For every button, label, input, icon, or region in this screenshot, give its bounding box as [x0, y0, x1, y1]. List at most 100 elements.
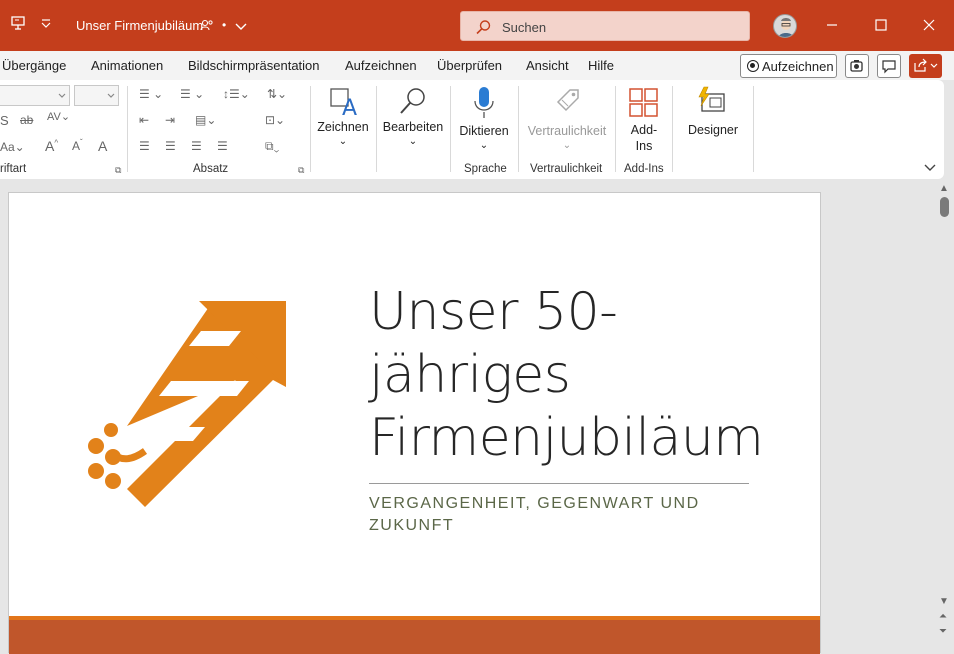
line-spacing-icon[interactable]: ↕☰⌄	[223, 87, 250, 101]
maximize-button[interactable]	[871, 15, 891, 35]
sensitivity-button[interactable]: Vertraulichkeit ⌄	[522, 84, 612, 162]
record-button-label: Aufzeichnen	[762, 59, 834, 74]
tab-review[interactable]: Überprüfen	[437, 58, 502, 73]
increase-indent-icon[interactable]: ⇥	[165, 113, 175, 127]
dictate-label: Diktieren	[459, 124, 509, 138]
chevron-down-icon: ⌄	[338, 136, 348, 147]
comment-icon	[882, 60, 896, 74]
align-right-icon[interactable]: ☰	[191, 139, 202, 153]
smartart-icon[interactable]: ⧉⌄	[265, 139, 279, 154]
collapse-ribbon-icon[interactable]	[924, 160, 936, 178]
share-button[interactable]	[909, 54, 942, 78]
sensitivity-label-icon	[556, 89, 579, 112]
group-separator	[672, 86, 673, 172]
camera-button[interactable]	[845, 54, 869, 78]
search-icon	[476, 20, 491, 35]
previous-slide-icon[interactable]: ⏶	[939, 611, 947, 622]
addins-label-line1: Add-	[630, 123, 658, 137]
scroll-thumb[interactable]	[940, 197, 949, 217]
group-separator	[615, 86, 616, 172]
microphone-icon	[474, 87, 494, 118]
record-icon	[747, 60, 759, 72]
chevron-down-icon: ⌄	[479, 140, 489, 151]
character-spacing-icon[interactable]: AV⌄	[47, 110, 70, 123]
group-separator	[450, 86, 451, 172]
clear-formatting-icon[interactable]: A	[98, 138, 107, 154]
group-separator	[753, 86, 754, 172]
comments-button[interactable]	[877, 54, 901, 78]
sensitivity-label: Vertraulichkeit	[527, 124, 607, 138]
text-shadow-icon[interactable]: S	[0, 113, 9, 128]
slide-title-line: jähriges	[369, 345, 571, 405]
title-divider	[369, 483, 749, 484]
record-button[interactable]: Aufzeichnen	[740, 54, 837, 78]
scroll-up-icon[interactable]: ▲	[939, 183, 949, 194]
numbering-icon[interactable]: ☰ ⌄	[180, 87, 204, 101]
bullets-icon[interactable]: ☰ ⌄	[139, 87, 163, 101]
chevron-down-icon: ⌄	[562, 140, 572, 151]
search-box[interactable]: Suchen	[460, 11, 750, 41]
align-left-icon[interactable]: ☰	[139, 139, 150, 153]
group-separator	[310, 86, 311, 172]
tab-view[interactable]: Ansicht	[526, 58, 569, 73]
text-direction-icon[interactable]: ⇅⌄	[267, 87, 287, 101]
addins-button[interactable]: Add- Ins	[620, 84, 668, 162]
addins-label-line2: Ins	[635, 139, 653, 153]
ribbon-tabs: Übergänge Animationen Bildschirmpräsenta…	[0, 51, 954, 80]
tab-transitions[interactable]: Übergänge	[2, 58, 66, 73]
presenter-icon[interactable]	[10, 15, 26, 34]
shared-users-icon[interactable]	[200, 18, 214, 35]
change-case-icon[interactable]: Aa⌄	[0, 140, 25, 154]
columns-icon[interactable]: ▤⌄	[195, 113, 216, 127]
group-label-font: riftart	[0, 163, 27, 175]
group-separator	[376, 86, 377, 172]
dictate-button[interactable]: Diktieren ⌄	[455, 84, 513, 162]
group-label-paragraph: Absatz	[193, 163, 229, 175]
designer-button[interactable]: Designer	[680, 84, 746, 162]
slide-canvas[interactable]: Unser 50- jähriges Firmenjubiläum VERGAN…	[8, 192, 821, 654]
decrease-indent-icon[interactable]: ⇤	[139, 113, 149, 127]
draw-shapes-icon: A	[330, 88, 357, 118]
camera-icon	[850, 60, 863, 72]
group-label-addins: Add-Ins	[624, 163, 664, 175]
slide-subtitle-line: VERGANGENHEIT, GEGENWART UND	[369, 495, 700, 512]
tab-slideshow[interactable]: Bildschirmpräsentation	[188, 58, 320, 73]
tab-record[interactable]: Aufzeichnen	[345, 58, 417, 73]
vertical-scrollbar[interactable]: ▲ ▼ ⏶ ⏷	[936, 180, 954, 653]
addins-grid-icon	[629, 88, 658, 117]
font-family-dropdown[interactable]	[0, 85, 70, 106]
avatar[interactable]	[773, 14, 797, 38]
share-icon	[914, 58, 938, 72]
strikethrough-icon[interactable]: ab	[20, 113, 33, 127]
next-slide-icon[interactable]: ⏷	[939, 626, 947, 637]
chevron-down-icon[interactable]	[235, 19, 247, 35]
slide-subtitle[interactable]: VERGANGENHEIT, GEGENWART UND ZUKUNFT	[369, 493, 749, 537]
shrink-font-icon[interactable]: Aˇ	[72, 138, 83, 153]
grow-font-icon[interactable]: A^	[45, 138, 58, 154]
slide-editor: Unser 50- jähriges Firmenjubiläum VERGAN…	[0, 180, 954, 654]
chevron-down-icon: ⌄	[408, 136, 418, 147]
dialog-launcher-icon[interactable]: ⧉	[298, 165, 304, 176]
close-button[interactable]	[919, 15, 939, 35]
unsaved-indicator: •	[222, 18, 227, 32]
font-size-dropdown[interactable]	[74, 85, 119, 106]
slide-title[interactable]: Unser 50- jähriges Firmenjubiläum	[369, 281, 789, 470]
dialog-launcher-icon[interactable]: ⧉	[115, 165, 121, 176]
align-center-icon[interactable]: ☰	[165, 139, 176, 153]
edit-label: Bearbeiten	[382, 120, 444, 134]
draw-label: Zeichnen	[317, 120, 369, 134]
justify-icon[interactable]: ☰	[217, 139, 228, 153]
footer-band	[9, 620, 820, 654]
tab-help[interactable]: Hilfe	[588, 58, 614, 73]
tab-animations[interactable]: Animationen	[91, 58, 163, 73]
designer-label: Designer	[687, 123, 739, 137]
edit-button[interactable]: Bearbeiten ⌄	[380, 84, 446, 162]
draw-button[interactable]: A Zeichnen ⌄	[313, 84, 373, 162]
group-label-voice: Sprache	[464, 163, 507, 175]
customize-quick-access-icon[interactable]	[40, 16, 52, 33]
scroll-down-icon[interactable]: ▼	[939, 596, 949, 607]
minimize-button[interactable]	[822, 15, 842, 35]
chevron-down-icon	[58, 93, 66, 98]
document-title[interactable]: Unser Firmenjubiläum	[76, 18, 203, 33]
align-text-icon[interactable]: ⊡⌄	[265, 113, 285, 127]
